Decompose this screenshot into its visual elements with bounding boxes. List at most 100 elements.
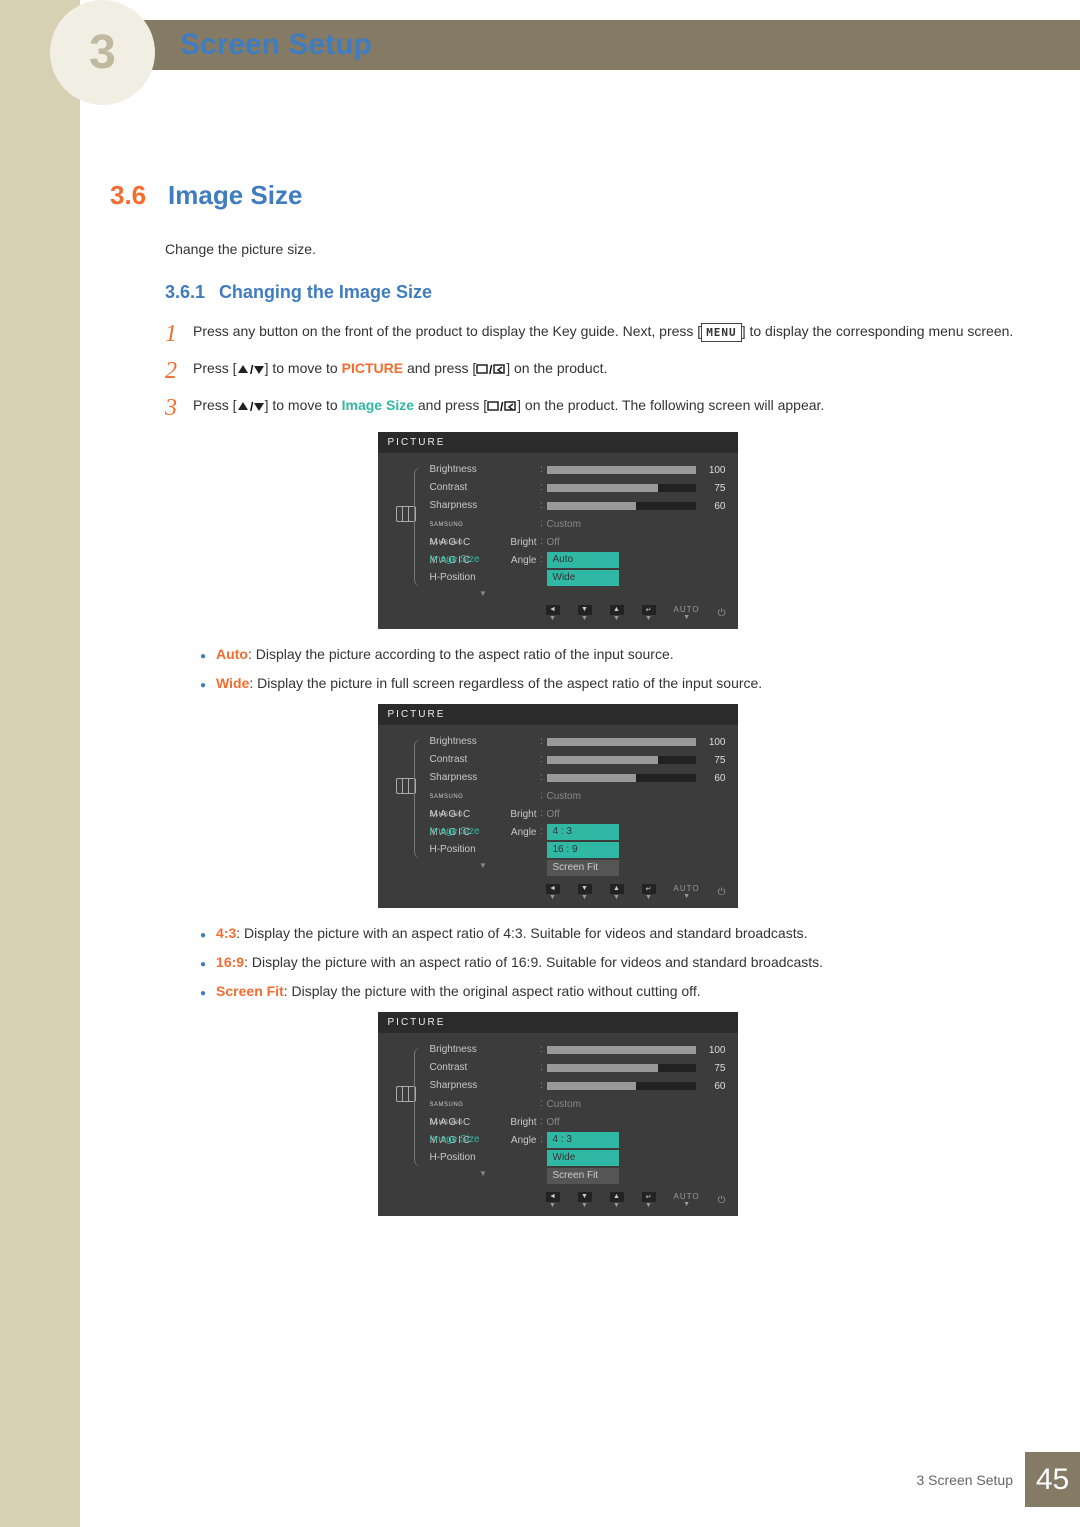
bullet-highlight: 4:3 xyxy=(216,925,236,941)
step-text: Press [ xyxy=(193,397,237,413)
page-sidebar xyxy=(0,0,80,1527)
step-text: ] on the product. The following screen w… xyxy=(517,397,824,413)
bullet-text: : Display the picture with an aspect rat… xyxy=(244,954,823,970)
osd-label: H-Position xyxy=(422,841,537,859)
picture-category-icon xyxy=(396,506,416,522)
osd-label: Brightness xyxy=(422,733,537,751)
svg-text:/: / xyxy=(250,364,254,376)
osd-label: Contrast xyxy=(422,479,537,497)
nav-auto-label: AUTO xyxy=(674,884,700,893)
bullet-highlight: 16:9 xyxy=(216,954,244,970)
osd-label: SAMSUNGMAGIC Bright xyxy=(422,787,537,805)
osd-value: 75 xyxy=(702,1063,726,1074)
osd-label: SAMSUNGMAGIC Bright xyxy=(422,1095,537,1113)
step-2: 2 Press [ / ] to move to PICTURE and press… xyxy=(165,358,1035,385)
page-number: 45 xyxy=(1025,1452,1080,1507)
nav-back-icon: ◄ xyxy=(546,1192,560,1202)
step-text: ] to display the corresponding menu scre… xyxy=(742,323,1014,339)
osd-value: Off xyxy=(547,537,560,548)
step-text: Press [ xyxy=(193,360,237,376)
bullet-text: : Display the picture in full screen reg… xyxy=(249,675,762,691)
nav-down-icon: ▼ xyxy=(578,1192,592,1202)
bullet-item: ●Wide: Display the picture in full scree… xyxy=(200,673,1035,694)
bullet-text: : Display the picture according to the a… xyxy=(248,646,674,662)
up-down-arrow-icon: / xyxy=(237,360,265,376)
osd-option: Screen Fit xyxy=(547,860,619,876)
step-text: and press [ xyxy=(414,397,487,413)
osd-value: Off xyxy=(547,1117,560,1128)
nav-auto-label: AUTO xyxy=(674,1192,700,1201)
more-down-icon: ▼ xyxy=(422,1169,537,1178)
bullet-text: : Display the picture with the original … xyxy=(284,983,701,999)
nav-auto-label: AUTO xyxy=(674,605,700,614)
svg-text:/: / xyxy=(489,364,493,376)
enter-icon: / xyxy=(476,360,506,376)
bullet-item: ●Screen Fit: Display the picture with th… xyxy=(200,981,1035,1002)
osd-title: PICTURE xyxy=(378,432,738,453)
step-text: ] to move to xyxy=(265,360,342,376)
step-3: 3 Press [ / ] to move to Image Size and pr… xyxy=(165,395,1035,422)
nav-back-icon: ◄ xyxy=(546,605,560,615)
step-number: 1 xyxy=(165,321,193,348)
step-text: Press any button on the front of the pro… xyxy=(193,323,701,339)
subsection-title: Changing the Image Size xyxy=(219,282,432,302)
bullet-item: ●16:9: Display the picture with an aspec… xyxy=(200,952,1035,973)
highlight-image-size: Image Size xyxy=(342,397,414,413)
chapter-title: Screen Setup xyxy=(180,28,372,62)
osd-label: Contrast xyxy=(422,1059,537,1077)
osd-value: Custom xyxy=(547,1099,581,1110)
bullet-highlight: Wide xyxy=(216,675,249,691)
osd-value: 60 xyxy=(702,501,726,512)
more-down-icon: ▼ xyxy=(422,589,537,598)
section-title: Image Size xyxy=(168,180,302,210)
osd-value: Custom xyxy=(547,519,581,530)
step-text: and press [ xyxy=(403,360,476,376)
osd-option: Wide xyxy=(547,1150,619,1166)
nav-up-icon: ▲ xyxy=(610,1192,624,1202)
menu-button-label: MENU xyxy=(701,323,742,342)
nav-power-icon: ⏻ xyxy=(718,887,726,898)
footer-text: 3 Screen Setup xyxy=(916,1472,1013,1488)
osd-value: 60 xyxy=(702,773,726,784)
picture-category-icon xyxy=(396,1086,416,1102)
svg-text:/: / xyxy=(250,401,254,413)
osd-label: Sharpness xyxy=(422,769,537,787)
enter-icon: / xyxy=(487,397,517,413)
osd-option-selected: Auto xyxy=(547,552,619,568)
more-down-icon: ▼ xyxy=(422,861,537,870)
section-number: 3.6 xyxy=(110,180,146,210)
osd-label: Sharpness xyxy=(422,497,537,515)
up-down-arrow-icon: / xyxy=(237,397,265,413)
osd-label: H-Position xyxy=(422,569,537,587)
osd-label: SAMSUNGMAGIC Bright xyxy=(422,515,537,533)
section-intro: Change the picture size. xyxy=(165,241,1035,257)
step-number: 3 xyxy=(165,395,193,422)
highlight-picture: PICTURE xyxy=(342,360,403,376)
osd-value: 100 xyxy=(702,737,726,748)
nav-back-icon: ◄ xyxy=(546,884,560,894)
osd-option-selected: 4 : 3 xyxy=(547,824,619,840)
nav-down-icon: ▼ xyxy=(578,605,592,615)
osd-nav-bar: ◄▼ ▼▼ ▲▼ ↵▼ AUTO▼ ⏻ xyxy=(378,879,738,902)
osd-label: Sharpness xyxy=(422,1077,537,1095)
nav-down-icon: ▼ xyxy=(578,884,592,894)
bullet-highlight: Auto xyxy=(216,646,248,662)
osd-panel-2: PICTURE Brightness Contrast Sharpness SA… xyxy=(378,704,738,908)
nav-enter-icon: ↵ xyxy=(642,605,656,615)
content-area: 3.6 Image Size Change the picture size. … xyxy=(80,180,1035,1447)
subsection-number: 3.6.1 xyxy=(165,282,205,302)
step-number: 2 xyxy=(165,358,193,385)
bullet-text: : Display the picture with an aspect rat… xyxy=(236,925,807,941)
osd-value: Custom xyxy=(547,791,581,802)
svg-text:/: / xyxy=(500,401,504,413)
osd-value: 75 xyxy=(702,483,726,494)
osd-nav-bar: ◄▼ ▼▼ ▲▼ ↵▼ AUTO▼ ⏻ xyxy=(378,1187,738,1210)
step-text: ] to move to xyxy=(265,397,342,413)
osd-panel-1: PICTURE Brightness Contrast Sharpness SA… xyxy=(378,432,738,629)
nav-up-icon: ▲ xyxy=(610,605,624,615)
osd-nav-bar: ◄▼ ▼▼ ▲▼ ↵▼ AUTO▼ ⏻ xyxy=(378,600,738,623)
osd-value: 60 xyxy=(702,1081,726,1092)
chapter-number-bubble: 3 xyxy=(50,0,155,105)
nav-enter-icon: ↵ xyxy=(642,884,656,894)
bullet-highlight: Screen Fit xyxy=(216,983,284,999)
